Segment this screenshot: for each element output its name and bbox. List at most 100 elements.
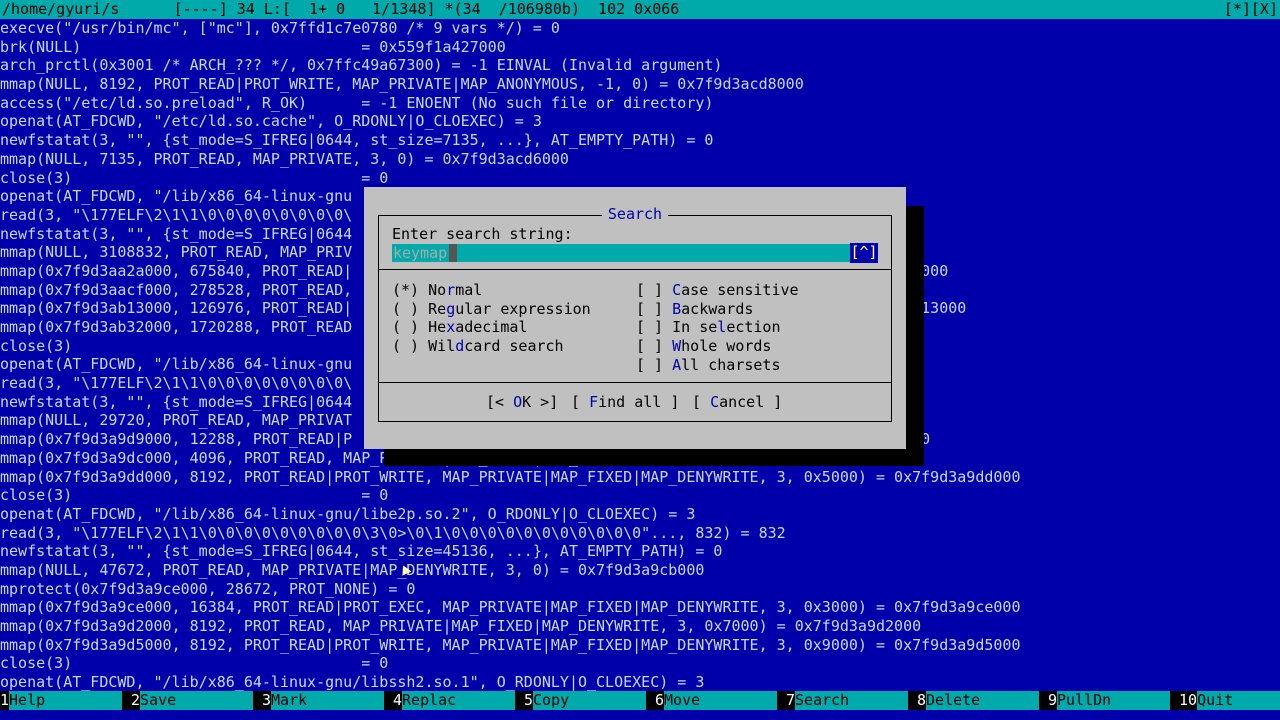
fkey-number: 9: [1048, 691, 1058, 710]
hotkey-letter: W: [672, 337, 682, 355]
option-label: adecimal: [455, 318, 528, 336]
fkey-number: 3: [262, 691, 272, 710]
checkbox-whole-words[interactable]: [ ] Whole words: [636, 337, 771, 356]
hotkey-letter: F: [589, 393, 599, 411]
radio-regular-expression[interactable]: ( ) Regular expression: [392, 300, 591, 319]
dialog-title: Search: [364, 205, 906, 224]
editor-line[interactable]: access("/etc/ld.so.preload", R_OK) = -1 …: [0, 94, 1280, 113]
editor-line[interactable]: openat(AT_FDCWD, "/lib/x86_64-linux-gnu/…: [0, 505, 1280, 524]
option-indicator: [ ]: [636, 318, 673, 336]
fkey-mark[interactable]: 3Mark: [262, 691, 385, 710]
fkey-copy[interactable]: 5Copy: [524, 691, 647, 710]
fkey-number: 10: [1179, 691, 1198, 710]
fkey-number: 8: [917, 691, 927, 710]
fkey-pulldn[interactable]: 9PullDn: [1048, 691, 1171, 710]
fkey-label: Mark: [271, 691, 385, 710]
window-controls[interactable]: [*][X]: [1224, 0, 1278, 19]
cursor-info: [----] 34 L:[ 1+ 0 1/1348] *(34 /106980b…: [119, 0, 680, 18]
editor-line[interactable]: mmap(0x7f9d3a9dd000, 8192, PROT_READ|PRO…: [0, 468, 1280, 487]
option-label: ind all ]: [598, 393, 680, 411]
option-label: [: [571, 393, 590, 411]
search-input[interactable]: keymap: [392, 244, 851, 262]
radio-normal[interactable]: (*) Normal: [392, 281, 482, 300]
hotkey-letter: C: [710, 393, 720, 411]
option-label: He: [428, 318, 447, 336]
fkey-save[interactable]: 2Save: [131, 691, 254, 710]
editor-line[interactable]: mmap(NULL, 47672, PROT_READ, MAP_PRIVATE…: [0, 561, 1280, 580]
option-indicator: [ ]: [636, 337, 673, 355]
checkbox-all-charsets[interactable]: [ ] All charsets: [636, 356, 781, 375]
find-all-button[interactable]: [ Find all ]: [571, 393, 679, 412]
hotkey-letter: g: [446, 300, 456, 318]
dialog-divider: [378, 382, 892, 383]
function-key-bar: 1Help 2Save 3Mark 4Replac 5Copy 6Move 7Search 8…: [0, 691, 1280, 710]
fkey-number: 5: [524, 691, 534, 710]
fkey-label: Replac: [402, 691, 516, 710]
option-indicator: [ ]: [636, 356, 673, 374]
hotkey-letter: r: [446, 281, 456, 299]
editor-line[interactable]: newfstatat(3, "", {st_mode=S_IFREG|0644,…: [0, 542, 1280, 561]
editor-line[interactable]: openat(AT_FDCWD, "/lib/x86_64-linux-gnu/…: [0, 673, 1280, 691]
option-label: ection: [726, 318, 781, 336]
option-label: In se: [672, 318, 718, 336]
hotkey-letter: C: [672, 281, 682, 299]
option-indicator: ( ): [392, 318, 429, 336]
search-prompt-label: Enter search string:: [392, 225, 573, 243]
option-label: mal: [455, 281, 483, 299]
ok-button[interactable]: [< OK >]: [486, 393, 558, 412]
editor-line[interactable]: mmap(NULL, 7135, PROT_READ, MAP_PRIVATE,…: [0, 150, 1280, 169]
dialog-divider: [378, 269, 892, 270]
fkey-number: 6: [655, 691, 665, 710]
option-label: ancel ]: [719, 393, 783, 411]
fkey-move[interactable]: 6Move: [655, 691, 778, 710]
editor-line[interactable]: mmap(0x7f9d3a9d5000, 8192, PROT_READ|PRO…: [0, 636, 1280, 655]
fkey-label: Move: [664, 691, 778, 710]
option-label: [: [692, 393, 711, 411]
fkey-quit[interactable]: 10Quit: [1179, 691, 1280, 710]
fkey-search[interactable]: 7Search: [786, 691, 909, 710]
fkey-delete[interactable]: 8Delete: [917, 691, 1040, 710]
radio-hexadecimal[interactable]: ( ) Hexadecimal: [392, 318, 527, 337]
option-label: No: [428, 281, 447, 299]
editor-line[interactable]: mmap(0x7f9d3a9ce000, 16384, PROT_READ|PR…: [0, 598, 1280, 617]
option-label: ll charsets: [681, 356, 781, 374]
fkey-replac[interactable]: 4Replac: [393, 691, 516, 710]
fkey-number: 4: [393, 691, 403, 710]
checkbox-case-sensitive[interactable]: [ ] Case sensitive: [636, 281, 799, 300]
fkey-label: Save: [140, 691, 254, 710]
option-indicator: ( ): [392, 300, 429, 318]
editor-line[interactable]: close(3) = 0: [0, 169, 1280, 188]
checkbox-in-selection[interactable]: [ ] In selection: [636, 318, 781, 337]
option-indicator: ( ): [392, 337, 429, 355]
option-label: K >]: [522, 393, 559, 411]
editor-line[interactable]: mmap(0x7f9d3a9d2000, 8192, PROT_READ, MA…: [0, 617, 1280, 636]
checkbox-backwards[interactable]: [ ] Backwards: [636, 300, 753, 319]
option-label: ase sensitive: [681, 281, 799, 299]
editor-line[interactable]: mprotect(0x7f9d3a9ce000, 28672, PROT_NON…: [0, 580, 1280, 599]
editor-line[interactable]: newfstatat(3, "", {st_mode=S_IFREG|0644,…: [0, 131, 1280, 150]
editor-line[interactable]: read(3, "\177ELF\2\1\1\0\0\0\0\0\0\0\0\0…: [0, 524, 1280, 543]
fkey-help[interactable]: 1Help: [0, 691, 123, 710]
radio-wildcard-search[interactable]: ( ) Wildcard search: [392, 337, 564, 356]
option-label: Wil: [428, 337, 456, 355]
hotkey-letter: O: [513, 393, 523, 411]
fkey-label: Copy: [533, 691, 647, 710]
editor-line[interactable]: mmap(NULL, 8192, PROT_READ|PROT_WRITE, M…: [0, 75, 1280, 94]
editor-line[interactable]: brk(NULL) = 0x559f1a427000: [0, 38, 1280, 57]
editor-line[interactable]: close(3) = 0: [0, 486, 1280, 505]
hotkey-letter: x: [446, 318, 456, 336]
search-dialog: Search Enter search string: keymap [^] (…: [364, 187, 906, 449]
history-button[interactable]: [^]: [850, 243, 878, 263]
fkey-label: PullDn: [1057, 691, 1171, 710]
cancel-button[interactable]: [ Cancel ]: [692, 393, 782, 412]
option-label: Re: [428, 300, 447, 318]
editor-line[interactable]: close(3) = 0: [0, 654, 1280, 673]
editor-line[interactable]: execve("/usr/bin/mc", ["mc"], 0x7ffd1c7e…: [0, 19, 1280, 38]
editor-line[interactable]: arch_prctl(0x3001 /* ARCH_??? */, 0x7ffc…: [0, 56, 1280, 75]
editor-line[interactable]: openat(AT_FDCWD, "/etc/ld.so.cache", O_R…: [0, 112, 1280, 131]
fkey-label: Delete: [926, 691, 1040, 710]
fkey-number: 2: [131, 691, 141, 710]
option-label: ular expression: [455, 300, 591, 318]
fkey-label: Help: [9, 691, 123, 710]
option-label: [<: [486, 393, 514, 411]
